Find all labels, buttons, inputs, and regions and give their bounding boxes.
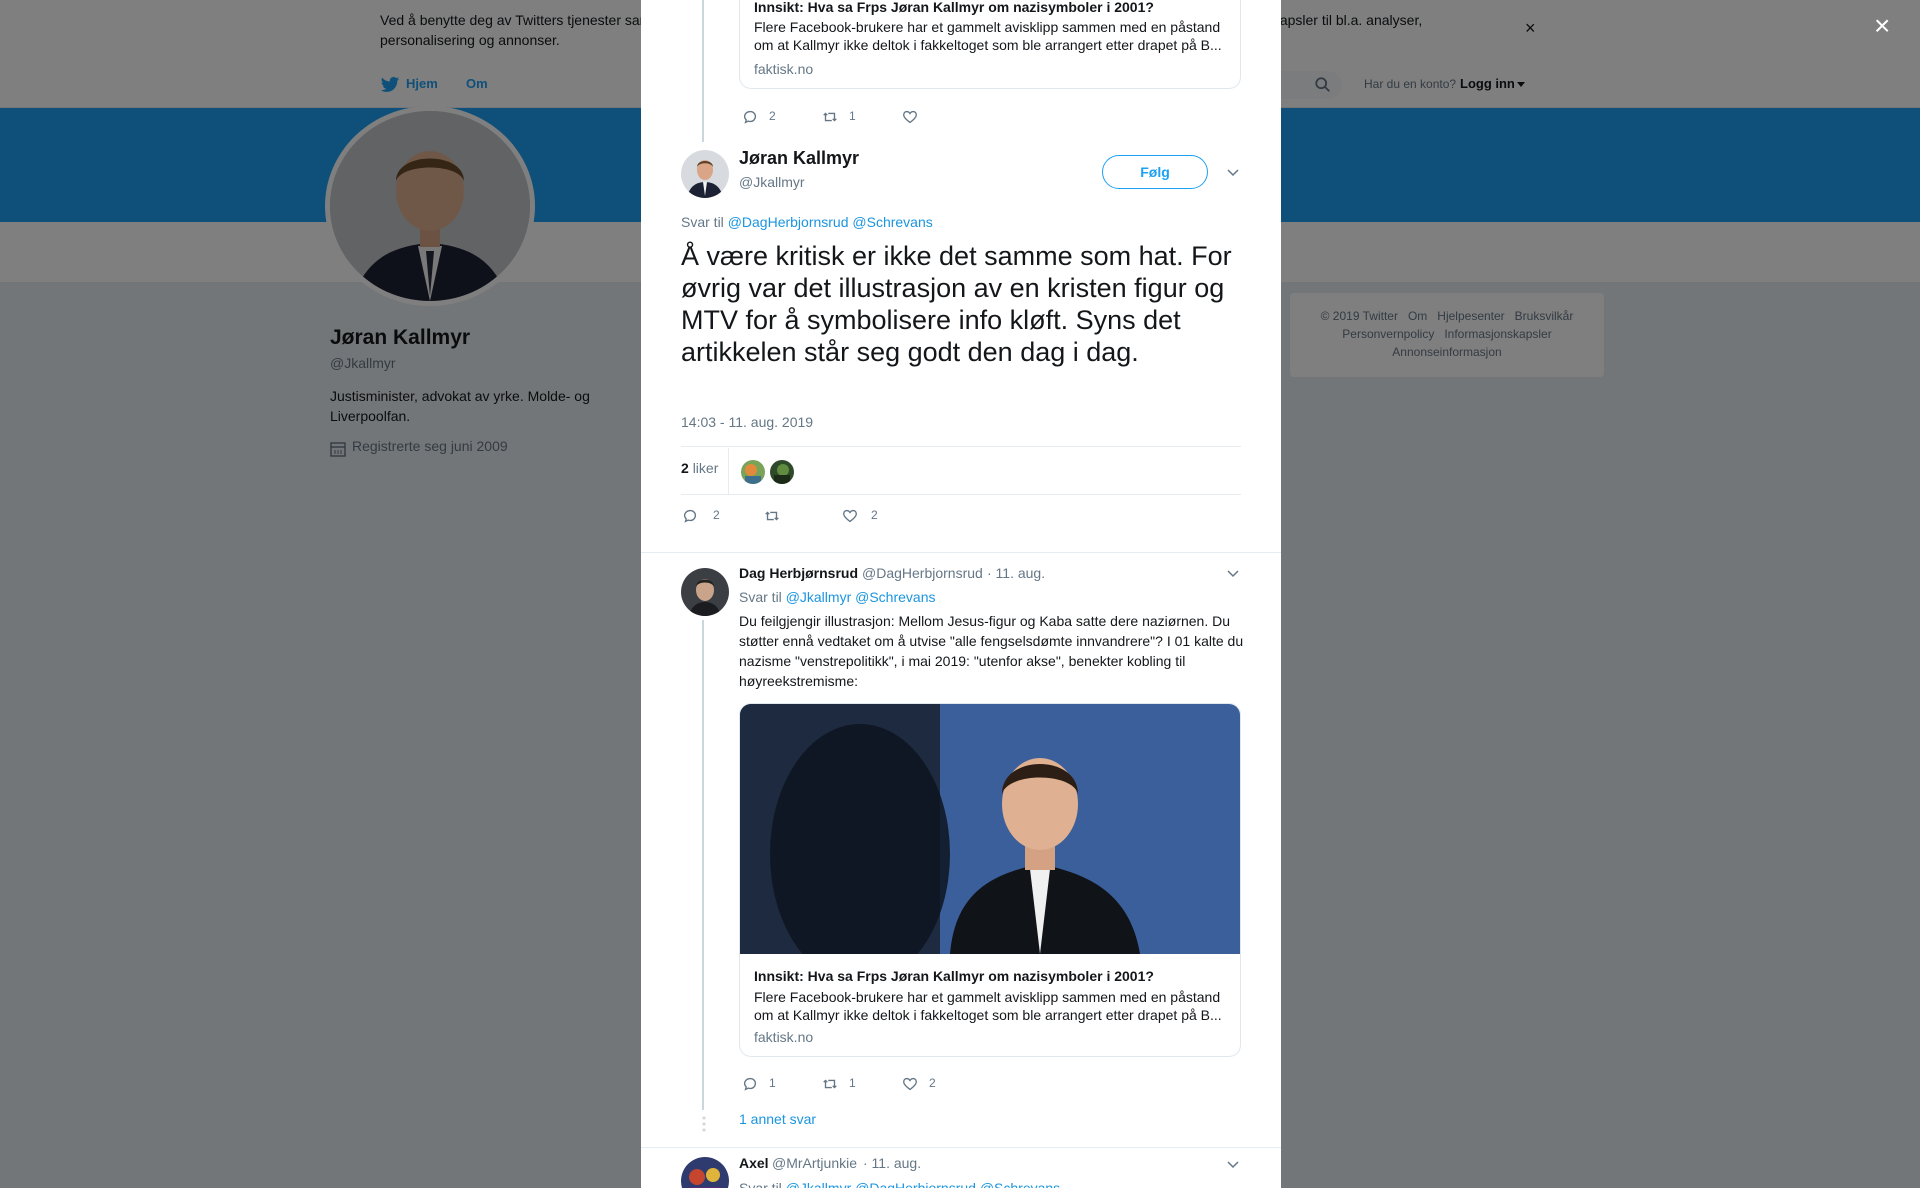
- reply-mentions[interactable]: @DagHerbjornsrud @Schrevans: [728, 214, 933, 230]
- reply-prefix: Svar til: [739, 1180, 782, 1188]
- link-card[interactable]: Innsikt: Hva sa Frps Jøran Kallmyr om na…: [739, 0, 1241, 89]
- tweet-timestamp[interactable]: 14:03 - 11. aug. 2019: [681, 414, 813, 430]
- follow-button[interactable]: Følg: [1102, 155, 1208, 189]
- thread-line: [702, 620, 704, 1110]
- card-description: Flere Facebook-brukere har et gammelt av…: [754, 19, 1222, 53]
- tweet-permalink-modal: Innsikt: Hva sa Frps Jøran Kallmyr om na…: [641, 0, 1281, 1188]
- retweet-icon[interactable]: [821, 108, 839, 126]
- tweet-actions: 2 2: [681, 507, 981, 527]
- card-title: Innsikt: Hva sa Frps Jøran Kallmyr om na…: [754, 0, 1154, 15]
- reply-context: Svar til @DagHerbjornsrud @Schrevans: [681, 214, 933, 230]
- thread-line: [702, 0, 704, 142]
- reply-icon[interactable]: [681, 507, 699, 525]
- divider: [728, 448, 729, 494]
- reply-icon[interactable]: [741, 1075, 759, 1093]
- reply-prefix: Svar til: [681, 214, 724, 230]
- author-name[interactable]: Dag Herbjørnsrud: [739, 565, 858, 581]
- reply-count: 2: [769, 109, 776, 123]
- more-replies-dots-icon: [702, 1116, 706, 1132]
- card-domain: faktisk.no: [754, 1029, 814, 1045]
- likes-stat[interactable]: 2 liker: [681, 460, 718, 476]
- chevron-down-icon[interactable]: [1226, 566, 1240, 580]
- chevron-down-icon[interactable]: [1226, 165, 1240, 179]
- avatar[interactable]: [681, 568, 729, 616]
- heart-icon[interactable]: [901, 108, 919, 126]
- reply-mentions[interactable]: @Jkallmyr @DagHerbjornsrud @Schrevans: [786, 1180, 1061, 1188]
- tweet-actions: 2 1: [741, 108, 1041, 128]
- divider: [641, 1147, 1281, 1148]
- card-description: Flere Facebook-brukere har et gammelt av…: [754, 989, 1222, 1023]
- reply-prefix: Svar til: [739, 589, 782, 605]
- card-title: Innsikt: Hva sa Frps Jøran Kallmyr om na…: [754, 968, 1154, 984]
- reply-icon[interactable]: [741, 108, 759, 126]
- reply-context: Svar til @Jkallmyr @Schrevans: [739, 589, 935, 605]
- author-name[interactable]: Axel: [739, 1155, 769, 1171]
- reply-count: 2: [713, 508, 720, 522]
- reply-context: Svar til @Jkallmyr @DagHerbjornsrud @Sch…: [739, 1180, 1060, 1188]
- divider: [641, 552, 1281, 553]
- retweet-count: 1: [849, 109, 856, 123]
- more-replies-link[interactable]: 1 annet svar: [739, 1111, 816, 1127]
- likes-number: 2: [681, 460, 689, 476]
- retweet-count: 1: [849, 1076, 856, 1090]
- link-card[interactable]: Innsikt: Hva sa Frps Jøran Kallmyr om na…: [739, 703, 1241, 1057]
- liker-avatar[interactable]: [741, 460, 765, 484]
- author-handle[interactable]: @MrArtjunkie: [772, 1155, 857, 1171]
- author-handle[interactable]: @Jkallmyr: [739, 174, 805, 190]
- heart-icon[interactable]: [901, 1075, 919, 1093]
- tweet-text: Du feilgjengir illustrasjon: Mellom Jesu…: [739, 613, 1244, 689]
- retweet-icon[interactable]: [821, 1075, 839, 1093]
- card-image: [740, 704, 1240, 954]
- reply-mentions[interactable]: @Jkallmyr @Schrevans: [786, 589, 936, 605]
- tweet-date[interactable]: · 11. aug.: [863, 1155, 921, 1171]
- likes-word: liker: [692, 460, 719, 476]
- like-count: 2: [929, 1076, 936, 1090]
- tweet-date[interactable]: · 11. aug.: [987, 565, 1045, 581]
- heart-icon[interactable]: [841, 507, 859, 525]
- divider: [681, 494, 1241, 495]
- retweet-icon[interactable]: [763, 507, 781, 525]
- reply-count: 1: [769, 1076, 776, 1090]
- like-count: 2: [871, 508, 878, 522]
- avatar[interactable]: [681, 150, 729, 198]
- liker-avatar[interactable]: [770, 460, 794, 484]
- chevron-down-icon[interactable]: [1226, 1157, 1240, 1171]
- tweet-actions: 1 1 2: [741, 1075, 1041, 1095]
- close-icon[interactable]: ×: [1874, 12, 1890, 40]
- author-name[interactable]: Jøran Kallmyr: [739, 148, 859, 169]
- divider: [681, 446, 1241, 447]
- tweet-text: Å være kritisk er ikke det samme som hat…: [681, 241, 1232, 367]
- avatar[interactable]: [681, 1157, 729, 1188]
- card-domain: faktisk.no: [754, 61, 814, 77]
- author-handle[interactable]: @DagHerbjornsrud: [862, 565, 983, 581]
